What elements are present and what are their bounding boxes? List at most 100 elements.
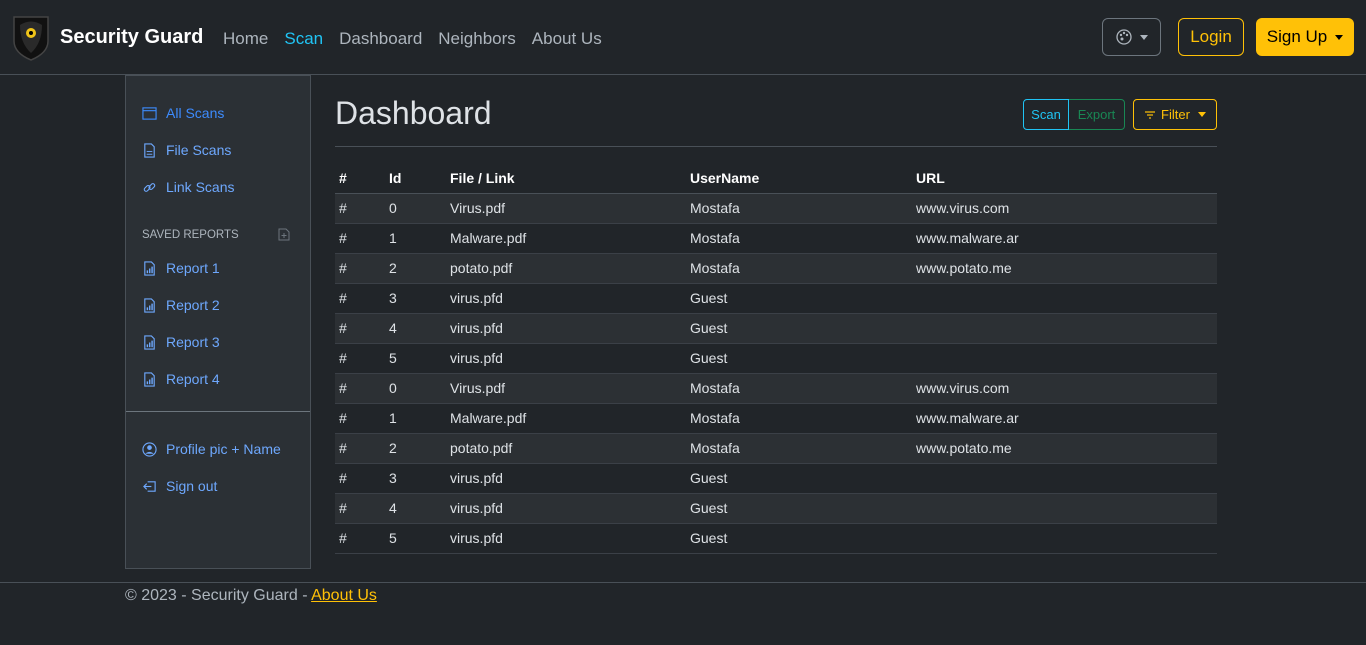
table-row[interactable]: #4 virus.pfd Guest (335, 313, 1217, 344)
table-row[interactable]: #3 virus.pfd Guest (335, 283, 1217, 314)
sidebar-item-label: Link Scans (166, 179, 235, 195)
column-header[interactable]: UserName (686, 163, 912, 194)
table-cell: virus.pfd (446, 493, 686, 524)
table-row[interactable]: #5 virus.pfd Guest (335, 523, 1217, 554)
link-icon (143, 182, 156, 192)
table-cell: virus.pfd (446, 523, 686, 554)
table-cell: Guest (686, 493, 912, 524)
sidebar-item-report-2[interactable]: Report 2 (142, 297, 220, 313)
login-button[interactable]: Login (1178, 18, 1244, 56)
table-cell: Malware.pdf (446, 403, 686, 434)
table-cell: virus.pfd (446, 343, 686, 374)
sidebar: All Scans File Scans Link Scans SAVED RE… (125, 75, 311, 569)
sidebar-item-all-scans[interactable]: All Scans (142, 105, 224, 121)
report-icon (144, 297, 155, 313)
table-cell: virus.pfd (446, 313, 686, 344)
scans-table: # Id File / Link UserName URL #0 Virus.pd… (335, 163, 1217, 554)
nav-neighbors[interactable]: Neighbors (438, 29, 516, 49)
table-cell: 0 (385, 373, 446, 404)
sidebar-item-profile[interactable]: Profile pic + Name (142, 441, 281, 457)
table-cell: 1 (385, 403, 446, 434)
table-cell: # (335, 313, 385, 344)
sidebar-item-label: Report 3 (166, 334, 220, 350)
table-cell: 3 (385, 283, 446, 314)
table-cell: # (335, 223, 385, 254)
chevron-down-icon (1139, 34, 1148, 40)
report-icon (144, 334, 155, 350)
table-cell: Guest (686, 283, 912, 314)
table-cell: Mostafa (686, 373, 912, 404)
table-cell (912, 463, 1217, 494)
sidebar-item-report-3[interactable]: Report 3 (142, 334, 220, 350)
table-row[interactable]: #0 Virus.pdf Mostafa www.virus.com (335, 193, 1217, 224)
footer-copyright: © 2023 - Security Guard - (125, 587, 312, 604)
table-cell: www.virus.com (912, 193, 1217, 224)
sidebar-item-report-4[interactable]: Report 4 (142, 371, 220, 387)
table-cell: 5 (385, 523, 446, 554)
column-header[interactable]: URL (912, 163, 1217, 194)
sidebar-item-report-1[interactable]: Report 1 (142, 260, 220, 276)
export-button[interactable]: Export (1069, 99, 1125, 130)
theme-toggle-button[interactable] (1102, 18, 1161, 56)
signup-button[interactable]: Sign Up (1256, 18, 1354, 56)
column-header[interactable]: Id (385, 163, 446, 194)
table-cell: www.malware.ar (912, 223, 1217, 254)
table-row[interactable]: #2 potato.pdf Mostafa www.potato.me (335, 253, 1217, 284)
filter-button[interactable]: Filter (1133, 99, 1217, 130)
sidebar-item-label: Sign out (166, 478, 218, 494)
scan-button[interactable]: Scan (1023, 99, 1069, 130)
nav-dashboard[interactable]: Dashboard (339, 29, 422, 49)
table-cell: potato.pdf (446, 433, 686, 464)
table-row[interactable]: #1 Malware.pdf Mostafa www.malware.ar (335, 223, 1217, 254)
table-cell: 4 (385, 313, 446, 344)
sidebar-item-file-scans[interactable]: File Scans (142, 142, 231, 158)
table-cell: potato.pdf (446, 253, 686, 284)
table-cell (912, 493, 1217, 524)
table-row[interactable]: #4 virus.pfd Guest (335, 493, 1217, 524)
table-cell: 2 (385, 253, 446, 284)
column-header[interactable]: # (335, 163, 385, 194)
signup-label: Sign Up (1266, 27, 1328, 46)
file-icon (144, 142, 155, 158)
palette-icon (1115, 29, 1132, 45)
nav-home[interactable]: Home (223, 29, 268, 49)
table-row[interactable]: #0 Virus.pdf Mostafa www.virus.com (335, 373, 1217, 404)
table-cell: Guest (686, 463, 912, 494)
sidebar-item-label: File Scans (166, 142, 232, 158)
filter-icon (1145, 110, 1156, 119)
table-cell: www.virus.com (912, 373, 1217, 404)
sidebar-item-sign-out[interactable]: Sign out (142, 478, 217, 494)
add-report-icon[interactable] (278, 228, 290, 241)
report-icon (144, 371, 155, 387)
table-cell: Virus.pdf (446, 373, 686, 404)
sidebar-item-link-scans[interactable]: Link Scans (142, 179, 234, 195)
table-cell: www.malware.ar (912, 403, 1217, 434)
chevron-down-icon (1335, 34, 1344, 40)
table-cell: # (335, 463, 385, 494)
table-cell: Guest (686, 523, 912, 554)
table-cell: 2 (385, 433, 446, 464)
table-cell: 1 (385, 223, 446, 254)
brand[interactable]: Security Guard (12, 13, 203, 61)
sidebar-item-label: Profile pic + Name (166, 441, 281, 457)
column-header[interactable]: File / Link (446, 163, 686, 194)
table-row[interactable]: #1 Malware.pdf Mostafa www.malware.ar (335, 403, 1217, 434)
table-cell: Mostafa (686, 193, 912, 224)
nav-about-us[interactable]: About Us (532, 29, 602, 49)
sidebar-divider (126, 411, 310, 412)
table-row[interactable]: #5 virus.pfd Guest (335, 343, 1217, 374)
sign-out-icon (143, 480, 156, 492)
top-navbar: Security Guard Home Scan Dashboard Neigh… (0, 0, 1366, 75)
table-row[interactable]: #2 potato.pdf Mostafa www.potato.me (335, 433, 1217, 464)
table-cell: # (335, 493, 385, 524)
brand-name: Security Guard (60, 25, 204, 48)
table-row[interactable]: #3 virus.pfd Guest (335, 463, 1217, 494)
page-title: Dashboard (335, 95, 492, 131)
nav-scan[interactable]: Scan (284, 29, 323, 49)
filter-label: Filter (1161, 107, 1190, 122)
footer-divider (0, 582, 1366, 583)
table-cell: # (335, 433, 385, 464)
report-icon (144, 260, 155, 276)
table-cell (912, 283, 1217, 314)
footer-about-link[interactable]: About Us (311, 587, 377, 604)
